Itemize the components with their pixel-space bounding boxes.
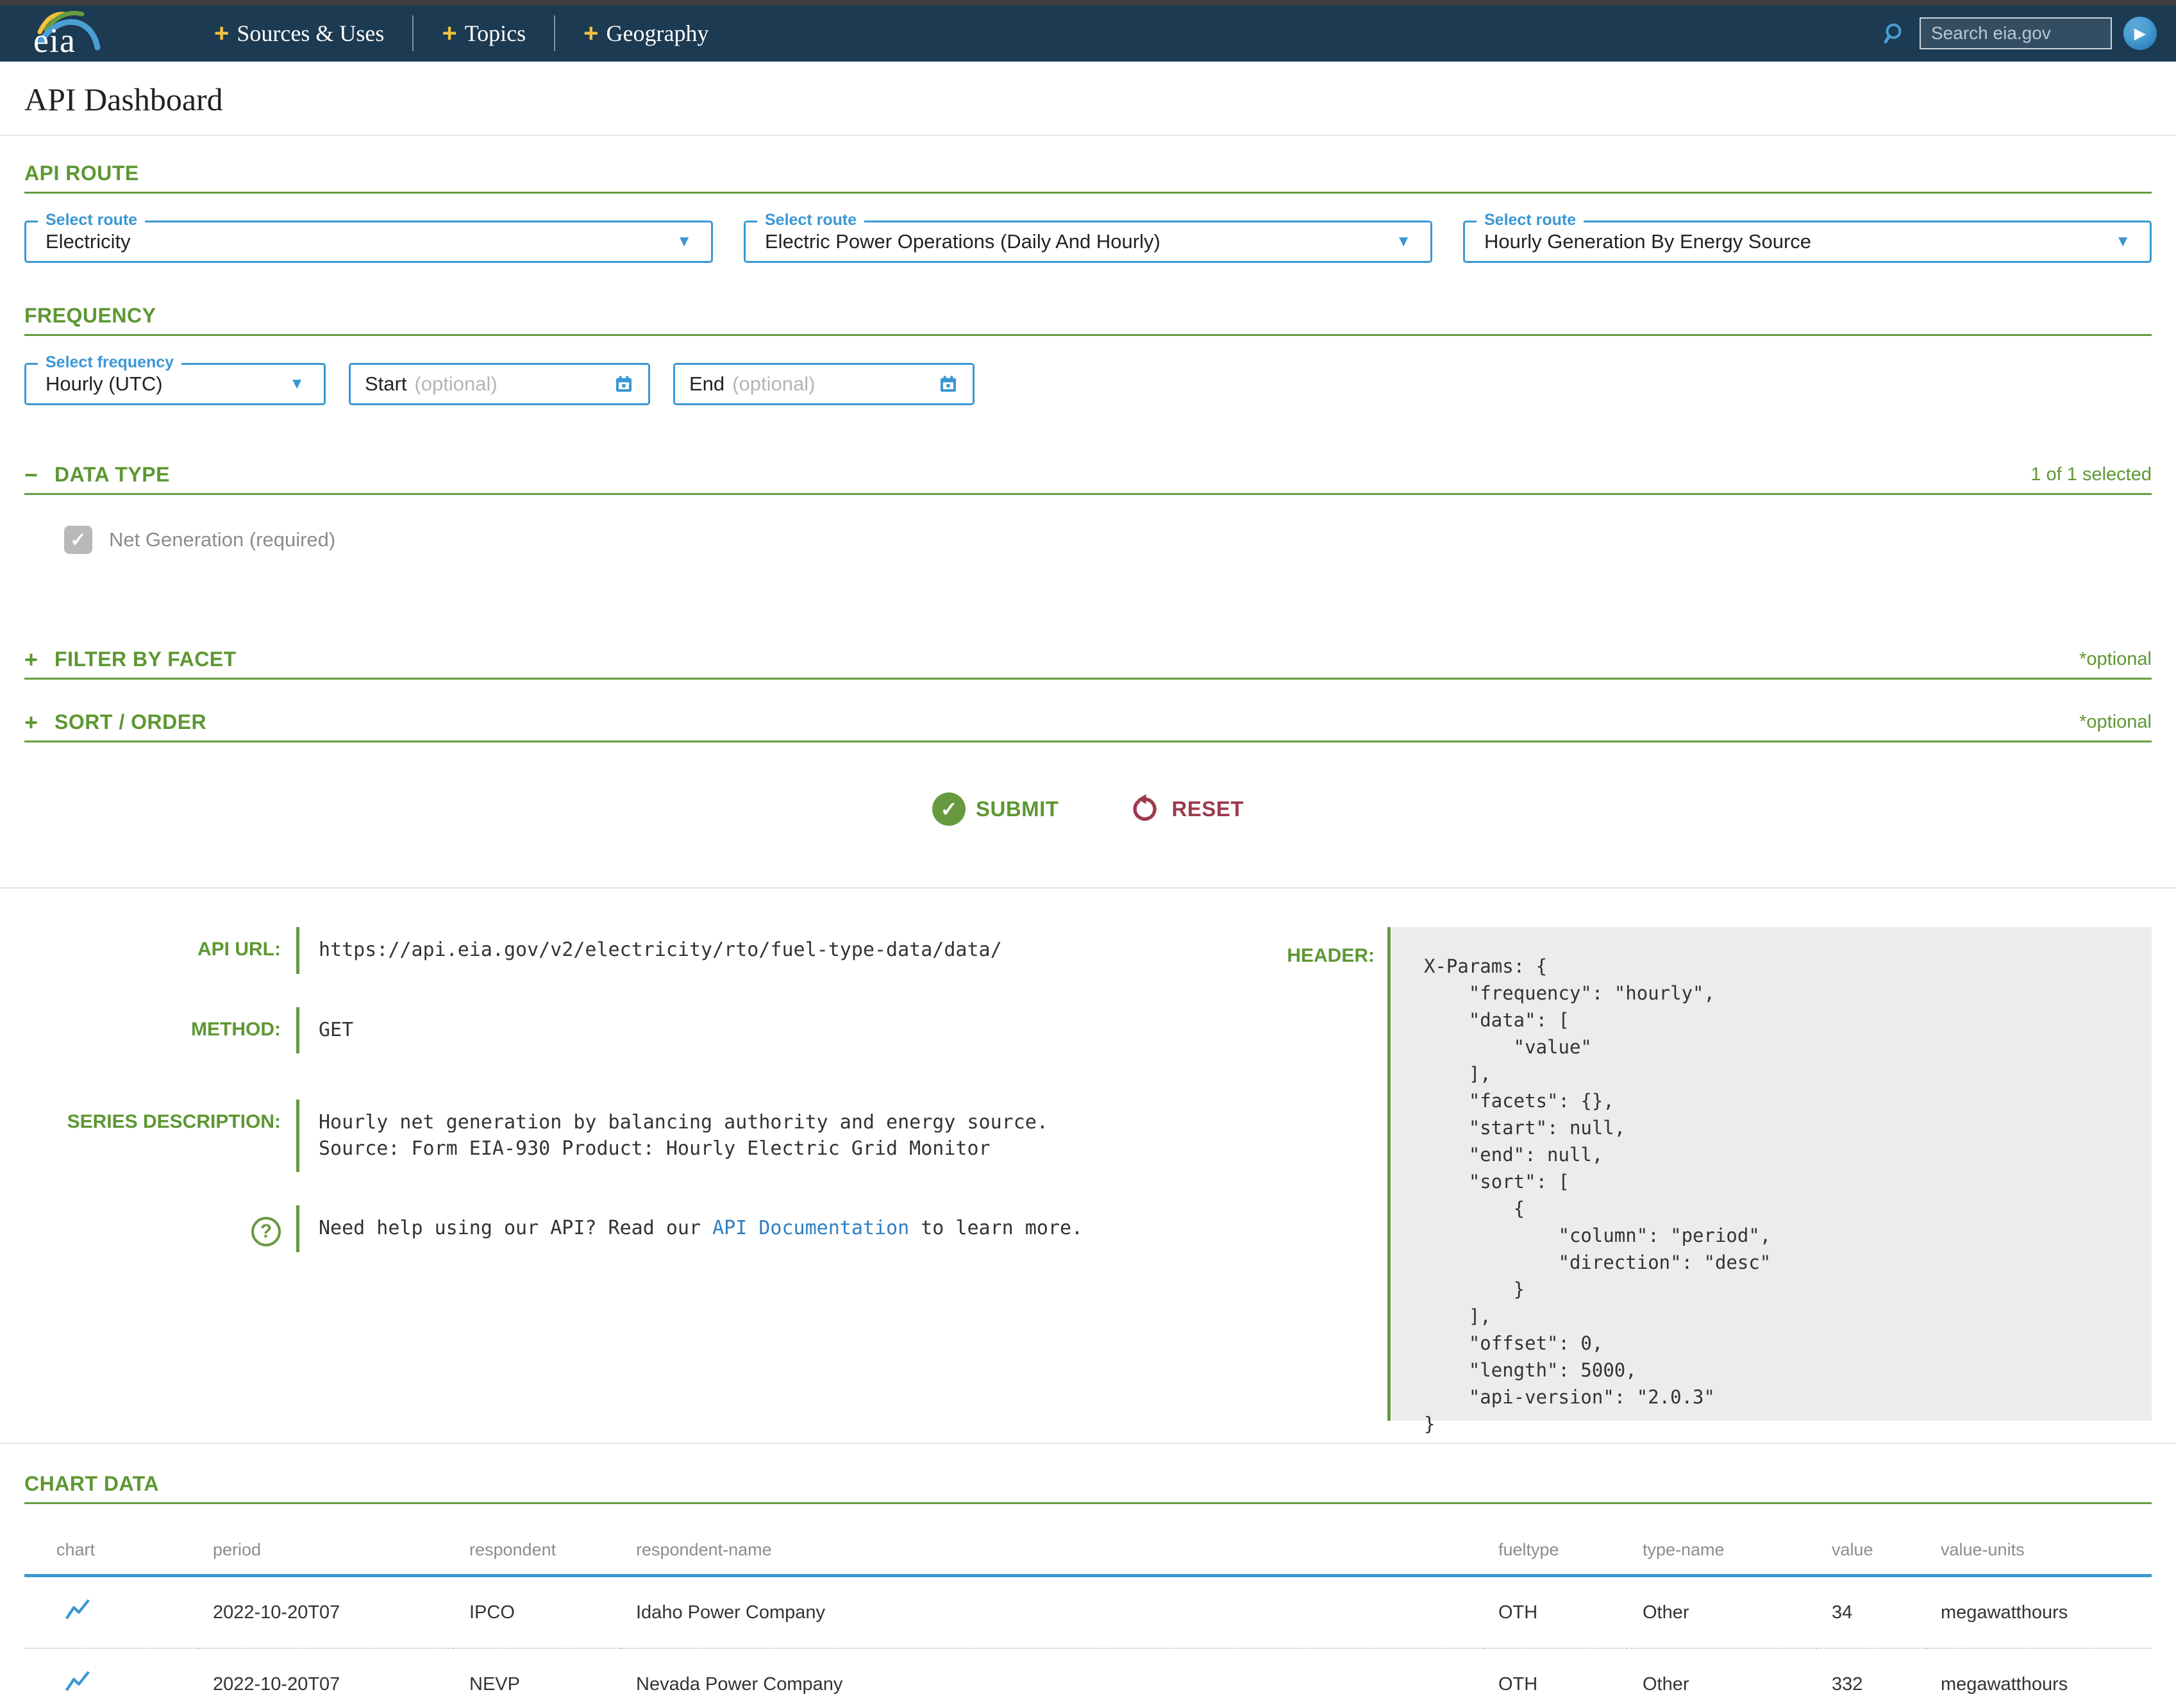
route-select-3[interactable]: Select route Hourly Generation By Energy… — [1463, 221, 2152, 263]
reset-button[interactable]: RESET — [1129, 793, 1244, 825]
route-select-2[interactable]: Select route Electric Power Operations (… — [744, 221, 1432, 263]
table-header-row: chart period respondent respondent-name … — [24, 1540, 2152, 1576]
help-row: ? Need help using our API? Read our API … — [24, 1205, 1268, 1252]
help-label-cell: ? — [24, 1205, 281, 1252]
frequency-select[interactable]: Select frequency Hourly (UTC) ▼ — [24, 363, 326, 405]
sort-order-header: + SORT / ORDER *optional — [24, 710, 2152, 734]
nav-item-topics[interactable]: + Topics — [414, 20, 554, 47]
nav-item-sources-uses[interactable]: + Sources & Uses — [186, 20, 412, 47]
section-rule — [24, 1502, 2152, 1504]
eia-logo[interactable]: eia — [19, 5, 115, 62]
header-label: HEADER: — [1268, 927, 1375, 967]
method-value: GET — [299, 1007, 353, 1054]
divider — [0, 1443, 2176, 1444]
method-row: METHOD: GET — [24, 1007, 1268, 1054]
top-navbar: eia + Sources & Uses + Topics + Geograph… — [0, 5, 2176, 62]
filter-facet-optional: *optional — [2079, 649, 2152, 670]
search-go-button[interactable]: ▶ — [2123, 17, 2157, 50]
frequency-header: FREQUENCY — [24, 304, 2152, 328]
chart-icon[interactable] — [63, 1667, 92, 1696]
divider — [0, 887, 2176, 889]
filter-facet-header: + FILTER BY FACET *optional — [24, 648, 2152, 671]
nav-search-area: ▶ — [1882, 17, 2157, 50]
series-description-row: SERIES DESCRIPTION: Hourly net generatio… — [24, 1100, 1268, 1172]
series-description-label: SERIES DESCRIPTION: — [24, 1100, 281, 1172]
check-circle-icon: ✓ — [932, 792, 966, 826]
collapse-icon[interactable]: − — [24, 464, 38, 487]
method-label: METHOD: — [24, 1007, 281, 1054]
net-generation-row: ✓ Net Generation (required) — [64, 526, 2152, 554]
page-title: API Dashboard — [24, 81, 2152, 118]
search-input[interactable] — [1920, 17, 2112, 49]
route-select-1[interactable]: Select route Electricity ▼ — [24, 221, 713, 263]
plus-icon: + — [214, 21, 229, 46]
x-params-code-box: X-Params: { "frequency": "hourly", "data… — [1392, 927, 2152, 1421]
plus-icon: + — [583, 21, 598, 46]
search-icon — [1882, 21, 1908, 46]
eia-logo-text: eia — [33, 21, 76, 60]
table-row: 2022-10-20T07 IPCO Idaho Power Company O… — [24, 1576, 2152, 1649]
go-arrow-icon: ▶ — [2134, 24, 2146, 43]
net-generation-label: Net Generation (required) — [109, 528, 335, 551]
section-rule — [24, 493, 2152, 495]
header-panel: HEADER: X-Params: { "frequency": "hourly… — [1268, 927, 2152, 1421]
api-route-title: API ROUTE — [24, 162, 139, 185]
chevron-down-icon: ▼ — [664, 233, 692, 251]
request-details: API URL: https://api.eia.gov/v2/electric… — [24, 927, 2152, 1421]
api-url-value: https://api.eia.gov/v2/electricity/rto/f… — [299, 927, 1002, 974]
expand-icon[interactable]: + — [24, 711, 38, 734]
window-top-strip — [0, 0, 2176, 5]
x-params-code: X-Params: { "frequency": "hourly", "data… — [1424, 953, 2120, 1437]
help-text: Need help using our API? Read our API Do… — [299, 1205, 1083, 1252]
filter-facet-title: FILTER BY FACET — [54, 648, 237, 671]
divider — [0, 135, 2176, 136]
form-actions: ✓ SUBMIT RESET — [24, 792, 2152, 826]
help-icon: ? — [251, 1217, 281, 1246]
calendar-icon[interactable] — [614, 374, 634, 394]
submit-button[interactable]: ✓ SUBMIT — [932, 792, 1059, 826]
plus-icon: + — [442, 21, 456, 46]
sort-order-optional: *optional — [2079, 712, 2152, 733]
route-selects-row: Select route Electricity ▼ Select route … — [24, 221, 2152, 263]
api-documentation-link[interactable]: API Documentation — [712, 1217, 909, 1239]
frequency-row: Select frequency Hourly (UTC) ▼ Start (o… — [24, 363, 2152, 405]
chart-data-header: CHART DATA — [24, 1472, 2152, 1496]
sort-order-title: SORT / ORDER — [54, 710, 206, 734]
green-bar — [1387, 927, 1391, 1421]
chart-data-table-viewport: chart period respondent respondent-name … — [24, 1540, 2152, 1708]
table-row: 2022-10-20T07 NEVP Nevada Power Company … — [24, 1648, 2152, 1708]
net-generation-checkbox[interactable]: ✓ — [64, 526, 92, 554]
data-type-selected-count: 1 of 1 selected — [2030, 464, 2152, 485]
chevron-down-icon: ▼ — [2102, 233, 2130, 251]
chevron-down-icon: ▼ — [1383, 233, 1411, 251]
reset-arrow-icon — [1129, 793, 1161, 825]
series-description-value: Hourly net generation by balancing autho… — [299, 1100, 1048, 1172]
data-type-title: DATA TYPE — [54, 463, 170, 487]
api-url-label: API URL: — [24, 927, 281, 974]
check-icon: ✓ — [70, 529, 86, 551]
end-date-field[interactable]: End (optional) — [673, 363, 975, 405]
expand-icon[interactable]: + — [24, 648, 38, 671]
api-route-header: API ROUTE — [24, 162, 2152, 185]
frequency-title: FREQUENCY — [24, 304, 156, 328]
chart-data-title: CHART DATA — [24, 1472, 159, 1496]
start-date-field[interactable]: Start (optional) — [349, 363, 650, 405]
api-url-row: API URL: https://api.eia.gov/v2/electric… — [24, 927, 1268, 974]
section-rule — [24, 334, 2152, 336]
calendar-icon[interactable] — [938, 374, 958, 394]
nav-menu: + Sources & Uses + Topics + Geography — [186, 5, 737, 62]
chart-icon[interactable] — [63, 1595, 92, 1625]
chevron-down-icon: ▼ — [276, 375, 305, 393]
chart-data-table: chart period respondent respondent-name … — [24, 1540, 2152, 1708]
section-rule — [24, 192, 2152, 194]
nav-item-geography[interactable]: + Geography — [555, 20, 737, 47]
section-rule — [24, 678, 2152, 680]
section-rule — [24, 741, 2152, 742]
data-type-header: − DATA TYPE 1 of 1 selected — [24, 463, 2152, 487]
